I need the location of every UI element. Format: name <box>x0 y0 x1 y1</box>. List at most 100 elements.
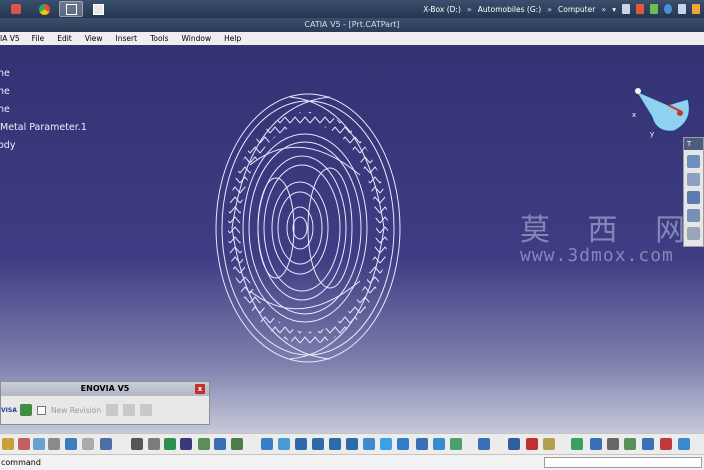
toolbar-icon[interactable] <box>687 191 700 204</box>
window-title-bar: CATIA V5 - [Prt.CATPart] <box>0 18 704 32</box>
separator: » <box>547 4 553 14</box>
cut-icon[interactable] <box>18 438 30 450</box>
menu-edit[interactable]: Edit <box>57 34 72 43</box>
toolbar-icon[interactable] <box>687 155 700 168</box>
toolbar-icon[interactable] <box>198 438 210 450</box>
toolbar-icon[interactable] <box>478 438 490 450</box>
normal-view-icon[interactable] <box>363 438 375 450</box>
taskbar-chrome-button[interactable] <box>32 1 56 17</box>
catia-icon <box>65 3 77 15</box>
save-icon <box>92 3 104 15</box>
fly-icon[interactable] <box>261 438 273 450</box>
hide-show-icon[interactable] <box>433 438 445 450</box>
toolbar-icon[interactable] <box>624 438 636 450</box>
toolbar-icon[interactable] <box>642 438 654 450</box>
watermark-chinese: 莫 西 网 <box>520 213 700 248</box>
status-bar: command <box>0 454 704 470</box>
menu-window[interactable]: Window <box>182 34 212 43</box>
right-toolbar-title[interactable]: T <box>684 138 703 150</box>
render-icon[interactable] <box>416 438 428 450</box>
visa-logo[interactable]: VISA <box>1 407 17 414</box>
formula-icon[interactable] <box>131 438 143 450</box>
taskbar-floppy-button[interactable] <box>86 1 110 17</box>
compass-widget[interactable]: x y <box>628 81 698 141</box>
zoom-in-icon[interactable] <box>329 438 341 450</box>
toolbar-icon[interactable] <box>687 173 700 186</box>
toolbar-icon[interactable] <box>2 438 14 450</box>
command-input[interactable] <box>544 457 702 468</box>
tray-icon[interactable] <box>692 4 700 14</box>
bottom-toolbar <box>0 433 704 455</box>
iso-view-icon[interactable] <box>380 438 392 450</box>
menu-file[interactable]: File <box>32 34 45 43</box>
separator: » <box>601 4 607 14</box>
watermark-url: www.3dmox.com <box>520 245 674 266</box>
enovia-toolbar: VISA New Revision <box>1 396 209 424</box>
menu-tools[interactable]: Tools <box>150 34 168 43</box>
3d-viewport[interactable]: ne ne ne Metal Parameter.1 ody x y 莫 西 网… <box>0 45 704 433</box>
status-text: command <box>1 458 41 467</box>
toolbar-icon[interactable] <box>214 438 226 450</box>
enovia-title: ENOVIA V5 <box>80 384 130 393</box>
separator: » <box>466 4 472 14</box>
menu-app[interactable]: IA V5 <box>0 34 20 43</box>
chevron-down-icon[interactable]: ▾ <box>612 5 616 14</box>
cube-view-icon[interactable] <box>397 438 409 450</box>
menu-view[interactable]: View <box>85 34 103 43</box>
toolbar-icon[interactable] <box>106 404 119 416</box>
close-icon[interactable]: x <box>195 384 205 394</box>
fit-all-icon[interactable] <box>278 438 290 450</box>
toolbar-icon[interactable] <box>678 438 690 450</box>
chrome-icon <box>38 3 50 15</box>
menu-insert[interactable]: Insert <box>116 34 138 43</box>
comment-icon[interactable] <box>148 438 160 450</box>
toolbar-icon[interactable] <box>571 438 583 450</box>
toolbar-icon[interactable] <box>123 404 136 416</box>
taskbar-catia-button[interactable] <box>59 1 83 17</box>
axis-icon[interactable] <box>590 438 602 450</box>
app-icon <box>11 4 21 14</box>
toolbar-icon[interactable] <box>231 438 243 450</box>
new-revision-field[interactable]: New Revision <box>51 406 101 415</box>
undo-icon[interactable] <box>65 438 77 450</box>
taskbar-right-area: X-Box (D:) » Automobiles (G:) » Computer… <box>423 0 700 18</box>
windows-taskbar: X-Box (D:) » Automobiles (G:) » Computer… <box>0 0 704 18</box>
copy-icon[interactable] <box>33 438 45 450</box>
swap-icon[interactable] <box>450 438 462 450</box>
redo-icon[interactable] <box>82 438 94 450</box>
help-icon[interactable] <box>100 438 112 450</box>
units-icon[interactable] <box>607 438 619 450</box>
toolbar-icon[interactable] <box>687 227 700 240</box>
paste-icon[interactable] <box>48 438 60 450</box>
tray-icon[interactable] <box>622 4 630 14</box>
drive-automobiles[interactable]: Automobiles (G:) <box>478 5 541 14</box>
enovia-title-bar[interactable]: ENOVIA V5 x <box>1 382 209 396</box>
toolbar-icon[interactable] <box>660 438 672 450</box>
drive-x-box[interactable]: X-Box (D:) <box>423 5 461 14</box>
taskbar-app-icon[interactable] <box>4 1 28 17</box>
enovia-panel: ENOVIA V5 x VISA New Revision <box>0 381 210 425</box>
grid-icon[interactable] <box>687 209 700 222</box>
tray-icon[interactable] <box>636 4 644 14</box>
watermark: 莫 西 网 www.3dmox.com <box>520 205 699 266</box>
table-icon[interactable] <box>180 438 192 450</box>
checkbox-icon[interactable] <box>37 405 46 415</box>
tray-icon[interactable] <box>664 4 672 14</box>
drive-computer[interactable]: Computer <box>558 5 595 14</box>
rotate-icon[interactable] <box>312 438 324 450</box>
toolbar-icon[interactable] <box>526 438 538 450</box>
right-floating-toolbar: T <box>683 137 704 247</box>
toolbar-icon[interactable] <box>140 404 153 416</box>
toolbar-icon[interactable] <box>164 438 176 450</box>
menu-help[interactable]: Help <box>224 34 241 43</box>
tray-icon[interactable] <box>678 4 686 14</box>
compass-y-label: y <box>650 130 654 138</box>
tray-icon[interactable] <box>650 4 658 14</box>
window-title: CATIA V5 - [Prt.CATPart] <box>304 20 400 29</box>
menu-bar: IA V5 File Edit View Insert Tools Window… <box>0 32 704 46</box>
pan-icon[interactable] <box>295 438 307 450</box>
enovia-connect-icon[interactable] <box>20 404 32 416</box>
toolbar-icon[interactable] <box>543 438 555 450</box>
zoom-out-icon[interactable] <box>346 438 358 450</box>
measure-icon[interactable] <box>508 438 520 450</box>
